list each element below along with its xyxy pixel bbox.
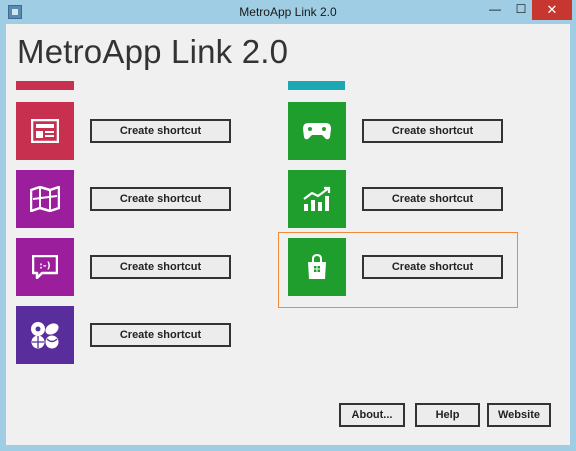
finance-tile (288, 170, 346, 228)
group-header-bar-right (288, 81, 345, 90)
create-shortcut-button-games[interactable]: Create shortcut (362, 119, 503, 143)
website-button[interactable]: Website (487, 403, 551, 427)
app-window: MetroApp Link 2.0 — ☐ ✕ MetroApp Link 2.… (0, 0, 576, 451)
store-tile (288, 238, 346, 296)
title-bar[interactable]: MetroApp Link 2.0 — ☐ ✕ (0, 0, 576, 24)
sports-icon (31, 322, 59, 349)
store-bag-icon (308, 254, 326, 279)
maps-tile (16, 170, 74, 228)
create-shortcut-button-finance[interactable]: Create shortcut (362, 187, 503, 211)
create-shortcut-button-messaging[interactable]: Create shortcut (90, 255, 231, 279)
sports-tile (16, 306, 74, 364)
close-button[interactable]: ✕ (532, 0, 572, 20)
create-shortcut-button-maps[interactable]: Create shortcut (90, 187, 231, 211)
create-shortcut-button-news[interactable]: Create shortcut (90, 119, 231, 143)
svg-text::-): :-) (39, 262, 50, 272)
group-header-bar-left (16, 81, 74, 90)
maximize-button[interactable]: ☐ (508, 0, 534, 20)
minimize-button[interactable]: — (482, 0, 508, 20)
messaging-icon: :-) (32, 255, 58, 279)
news-tile (16, 102, 74, 160)
about-button[interactable]: About... (339, 403, 405, 427)
games-controller-icon (303, 123, 331, 140)
client-area: MetroApp Link 2.0 Create shortcut Create… (6, 24, 570, 445)
news-icon (31, 119, 59, 143)
page-title: MetroApp Link 2.0 (17, 33, 289, 70)
games-tile (288, 102, 346, 160)
finance-chart-icon (303, 186, 331, 211)
create-shortcut-button-sports[interactable]: Create shortcut (90, 323, 231, 347)
create-shortcut-button-store[interactable]: Create shortcut (362, 255, 503, 279)
maps-icon (30, 186, 60, 212)
help-button[interactable]: Help (415, 403, 480, 427)
messaging-tile: :-) (16, 238, 74, 296)
